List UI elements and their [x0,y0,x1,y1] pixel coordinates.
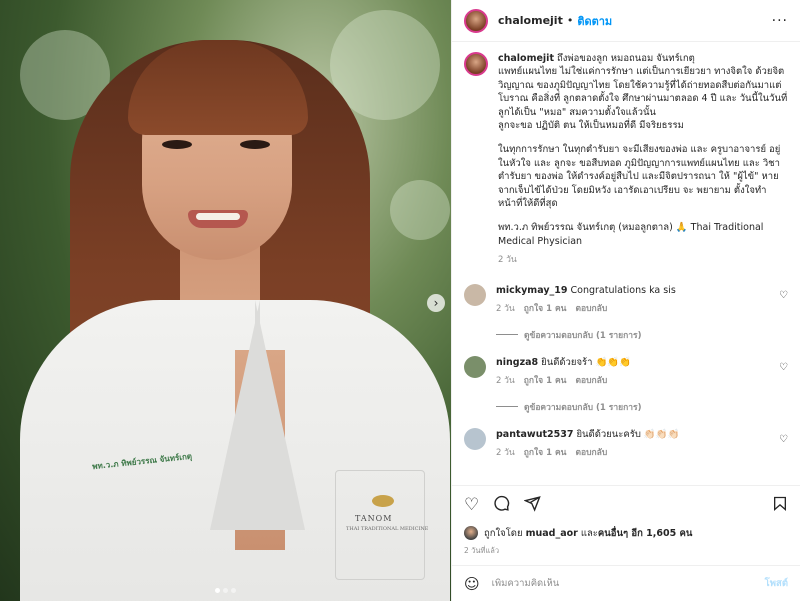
heart-icon[interactable]: ♡ [779,290,788,301]
tanom-logo-icon [372,495,394,507]
comment-time: 2 วัน [496,447,515,458]
reply-button[interactable]: ตอบกลับ [575,447,607,460]
smiley-icon[interactable]: ☺ [464,575,480,593]
comment-meta: 2 วัน ถูกใจ 1 คน ตอบกลับ [496,303,770,316]
teeth [196,213,240,220]
carousel-dot [231,588,236,593]
commenter-avatar[interactable] [464,427,486,450]
heart-icon[interactable]: ♡ [779,434,788,445]
separator-dot: • [566,14,574,27]
carousel-dot [215,588,220,593]
comment-meta: 2 วัน ถูกใจ 1 คน ตอบกลับ [496,375,770,388]
tanom-logo-text: TANOM [355,514,393,523]
post-header: chalomejit • ติดตาม ··· [452,0,800,42]
caption-paragraph: พท.ว.ภ ทิพย์วรรณ จันทร์เกตุ (หมอลูกตาล) … [498,222,767,247]
author-username[interactable]: chalomejit [498,14,563,27]
comment-time: 2 วัน [496,375,515,386]
caption-username[interactable]: chalomejit [498,53,554,64]
comment-icon[interactable] [493,495,510,516]
caption-text: chalomejit ถึงพ่อของลูก หมอถนอม จันทร์เก… [498,52,788,268]
action-bar: ♡ [452,485,800,525]
add-comment-bar: ☺ โพสต์ [452,565,800,601]
comment-text: ยินดีด้วยนะครับ 👏🏻👏🏻👏🏻 [573,428,680,440]
reply-button[interactable]: ตอบกลับ [575,375,607,388]
post-caption: chalomejit ถึงพ่อของลูก หมอถนอม จันทร์เก… [464,52,788,268]
left-eye [162,140,192,149]
post-side-panel: chalomejit • ติดตาม ··· chalomejit ถึงพ่… [451,0,800,601]
caption-paragraph: chalomejit ถึงพ่อของลูก หมอถนอม จันทร์เก… [498,53,788,132]
carousel-dot [223,588,228,593]
comment-text: ยินดีด้วยจร้า 👏👏👏 [538,356,631,368]
commenter-username[interactable]: pantawut2537 [496,429,573,440]
coat-lapel-left [150,300,260,530]
comment-item: ningza8 ยินดีด้วยจร้า 👏👏👏 2 วัน ถูกใจ 1 … [464,355,788,388]
author-avatar[interactable] [464,8,488,33]
post-comment-button[interactable]: โพสต์ [765,576,788,591]
comment-likes[interactable]: ถูกใจ 1 คน [524,375,567,388]
heart-icon[interactable]: ♡ [779,362,788,373]
liker-avatar[interactable] [464,526,478,540]
comment-input[interactable] [491,578,765,589]
comment-text: Congratulations ka sis [567,284,676,296]
bokeh-light [390,180,450,240]
right-eye [240,140,270,149]
next-photo-button[interactable]: › [427,294,445,312]
caption-paragraph: ในทุกการรักษา ในทุกตำรับยา จะมีเสียงของพ… [498,144,781,210]
commenter-username[interactable]: ningza8 [496,357,538,368]
comment-body: pantawut2537 ยินดีด้วยนะครับ 👏🏻👏🏻👏🏻 2 วั… [496,428,788,460]
comment-likes[interactable]: ถูกใจ 1 คน [524,303,567,316]
commenter-avatar[interactable] [464,355,486,378]
caption-avatar[interactable] [464,52,488,76]
commenter-username[interactable]: mickymay_19 [496,285,567,296]
follow-button[interactable]: ติดตาม [577,12,612,30]
caption-time: 2 วัน [498,255,517,266]
comment-meta: 2 วัน ถูกใจ 1 คน ตอบกลับ [496,447,770,460]
reply-button[interactable]: ตอบกลับ [575,303,607,316]
liker-username[interactable]: muad_aor [526,528,578,539]
chevron-right-icon: › [433,296,439,310]
comment-item: pantawut2537 ยินดีด้วยนะครับ 👏🏻👏🏻👏🏻 2 วั… [464,427,788,460]
tanom-logo-subtitle: THAI TRADITIONAL MEDICINE [346,526,429,532]
view-replies-button[interactable]: ดูข้อความตอบกลับ (1 รายการ) [496,400,788,414]
coat-pocket [335,470,425,580]
comment-likes[interactable]: ถูกใจ 1 คน [524,447,567,460]
commenter-avatar[interactable] [464,283,486,306]
comment-item: mickymay_19 Congratulations ka sis 2 วัน… [464,283,788,316]
carousel-dots [0,588,451,593]
comments-area[interactable]: chalomejit ถึงพ่อของลูก หมอถนอม จันทร์เก… [452,42,800,485]
replies-line [496,406,518,408]
post-modal: พท.ว.ภ ทิพย์วรรณ จันทร์เกตุ TANOM THAI T… [0,0,800,601]
replies-line [496,334,518,336]
post-time[interactable]: 2 วันที่แล้ว [452,545,800,559]
more-horizontal-icon[interactable]: ··· [772,13,788,29]
view-replies-button[interactable]: ดูข้อความตอบกลับ (1 รายการ) [496,328,788,342]
comment-body: ningza8 ยินดีด้วยจร้า 👏👏👏 2 วัน ถูกใจ 1 … [496,356,788,388]
comment-time: 2 วัน [496,303,515,314]
likes-suffix: และ [577,527,598,539]
comment-body: mickymay_19 Congratulations ka sis 2 วัน… [496,284,788,316]
likes-summary: ถูกใจโดย muad_aor และคนอื่นๆ อีก 1,605 ค… [452,525,800,541]
likes-prefix: ถูกใจโดย [484,527,526,539]
bookmark-icon[interactable] [772,495,788,516]
heart-icon[interactable]: ♡ [464,497,479,514]
send-icon[interactable] [523,495,541,516]
post-photo[interactable]: พท.ว.ภ ทิพย์วรรณ จันทร์เกตุ TANOM THAI T… [0,0,451,601]
likes-others[interactable]: คนอื่นๆ อีก 1,605 คน [598,528,692,539]
